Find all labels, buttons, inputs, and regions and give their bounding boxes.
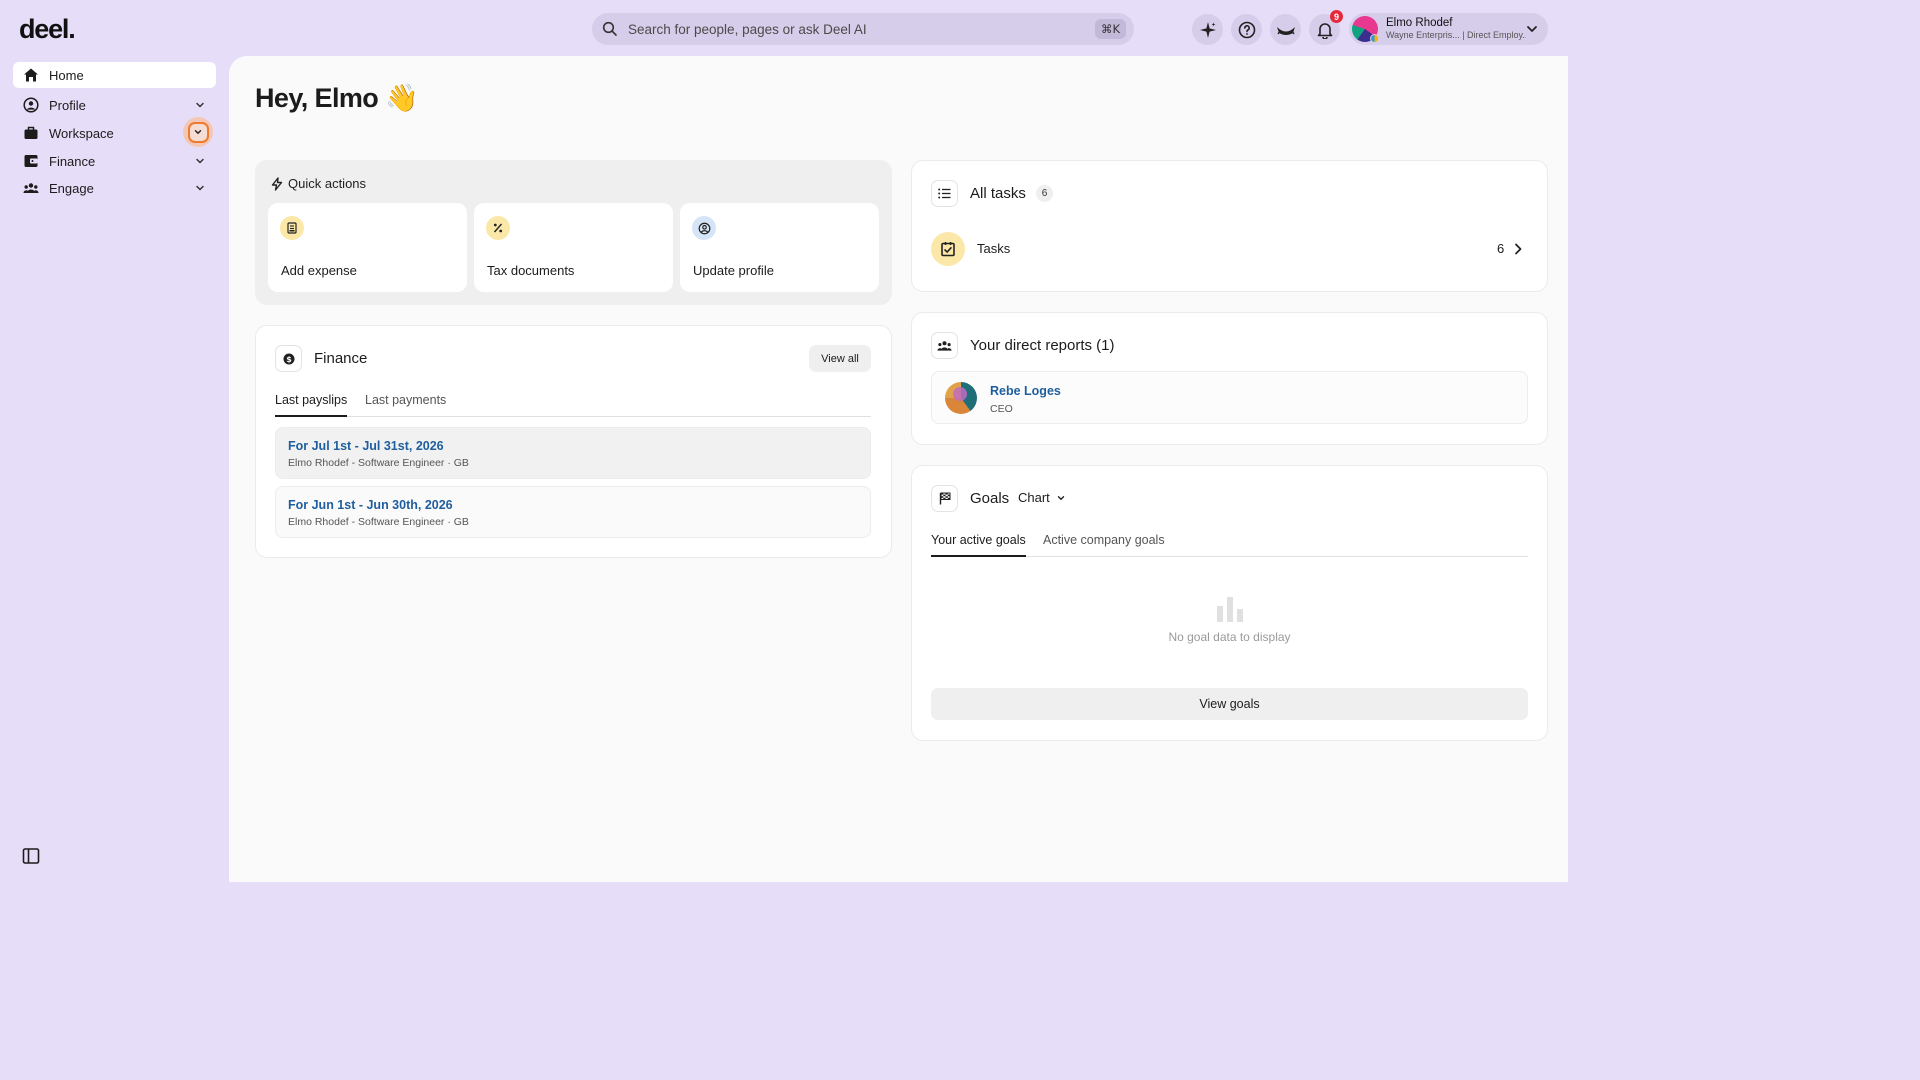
sidebar-item-label: Profile	[49, 97, 86, 113]
tile-label: Add expense	[281, 263, 357, 278]
payslip-row[interactable]: For Jun 1st - Jun 30th, 2026 Elmo Rhodef…	[275, 486, 871, 538]
tab-active-company-goals[interactable]: Active company goals	[1043, 533, 1165, 555]
bell-icon	[1317, 22, 1332, 39]
search-input[interactable]	[628, 21, 1095, 37]
deel-logo[interactable]: deel.	[19, 14, 76, 45]
payslip-title[interactable]: For Jul 1st - Jul 31st, 2026	[288, 439, 444, 453]
update-profile-tile[interactable]: Update profile	[680, 203, 879, 292]
page-title: Hey, Elmo 👋	[255, 82, 419, 114]
avatar	[1352, 16, 1379, 43]
quick-actions-card: Quick actions Add expense Tax documents …	[255, 160, 892, 305]
home-icon	[24, 68, 38, 82]
avatar	[945, 382, 977, 414]
tab-your-active-goals[interactable]: Your active goals	[931, 533, 1026, 557]
tasks-count-badge: 6	[1036, 185, 1053, 202]
payslip-subtitle: Elmo Rhodef - Software Engineer · GB	[288, 457, 469, 469]
main-content: Hey, Elmo 👋 Quick actions Add expense Ta…	[229, 56, 1568, 882]
workspace-expand-button[interactable]	[183, 117, 213, 147]
user-name: Elmo Rhodef	[1386, 17, 1453, 29]
tile-label: Tax documents	[487, 263, 575, 278]
sidebar-item-finance[interactable]: Finance	[13, 148, 216, 174]
user-circle-icon	[692, 216, 716, 240]
chevron-down-icon[interactable]	[194, 99, 206, 111]
goals-card: Goals Chart Your active goals Active com…	[911, 465, 1548, 741]
people-icon	[23, 183, 39, 193]
finance-title: Finance	[314, 350, 368, 367]
notification-badge: 9	[1330, 10, 1343, 23]
view-goals-button[interactable]: View goals	[931, 688, 1528, 720]
checklist-icon	[931, 232, 965, 266]
empty-state-text: No goal data to display	[1168, 630, 1291, 644]
report-role: CEO	[990, 403, 1013, 415]
eye-closed-icon	[1276, 26, 1295, 35]
user-circle-icon	[23, 97, 39, 113]
help-icon	[1238, 21, 1255, 38]
briefcase-icon	[24, 126, 38, 139]
view-all-button[interactable]: View all	[809, 345, 871, 372]
greeting-text: Hey, Elmo	[255, 83, 379, 113]
sidebar-item-engage[interactable]: Engage	[13, 175, 216, 201]
add-expense-tile[interactable]: Add expense	[268, 203, 467, 292]
search-bar[interactable]: ⌘K	[592, 13, 1134, 45]
chevron-right-icon[interactable]	[1513, 243, 1523, 255]
help-button[interactable]	[1231, 14, 1262, 45]
goals-view-label: Chart	[1018, 490, 1050, 505]
tab-last-payslips[interactable]: Last payslips	[275, 393, 348, 417]
chevron-down-icon	[1057, 495, 1064, 500]
ai-sparkle-button[interactable]	[1192, 14, 1223, 45]
goals-title: Goals	[970, 490, 1010, 507]
user-menu[interactable]: Elmo Rhodef Wayne Enterpris... | Direct …	[1349, 13, 1548, 45]
percent-icon	[486, 216, 510, 240]
sidebar-item-label: Home	[49, 67, 84, 83]
payslip-row[interactable]: For Jul 1st - Jul 31st, 2026 Elmo Rhodef…	[275, 427, 871, 479]
list-icon	[931, 180, 958, 207]
chevron-down-icon[interactable]	[194, 182, 206, 194]
direct-reports-card: Your direct reports (1) Rebe Loges CEO	[911, 312, 1548, 445]
sidebar-item-profile[interactable]: Profile	[13, 92, 216, 118]
goals-view-selector[interactable]: Chart	[1018, 490, 1066, 505]
sidebar-item-label: Finance	[49, 153, 96, 169]
sidebar-collapse-icon[interactable]	[22, 847, 40, 865]
finance-tabs: Last payslips Last payments	[275, 393, 871, 417]
tasks-row-count: 6	[1497, 241, 1505, 256]
sidebar-item-label: Workspace	[49, 125, 114, 141]
tile-label: Update profile	[693, 263, 774, 278]
sidebar-item-home[interactable]: Home	[13, 62, 216, 88]
list-item[interactable]: Rebe Loges CEO	[931, 371, 1528, 424]
payslip-title[interactable]: For Jun 1st - Jun 30th, 2026	[288, 498, 453, 512]
flag-icon	[931, 485, 958, 512]
goals-empty-state: No goal data to display	[912, 596, 1547, 644]
search-icon	[602, 21, 617, 36]
people-icon	[931, 332, 958, 359]
chevron-down-icon[interactable]	[194, 155, 206, 167]
wave-emoji: 👋	[385, 83, 419, 113]
sidebar-item-label: Engage	[49, 180, 94, 196]
bar-chart-icon	[1216, 597, 1243, 622]
direct-reports-title: Your direct reports (1)	[970, 337, 1115, 354]
report-name[interactable]: Rebe Loges	[990, 384, 1061, 398]
all-tasks-title: All tasks	[970, 185, 1026, 202]
svg-text:$: $	[286, 354, 292, 363]
tasks-row-label[interactable]: Tasks	[977, 241, 1010, 256]
tax-documents-tile[interactable]: Tax documents	[474, 203, 673, 292]
goals-tabs: Your active goals Active company goals	[931, 533, 1528, 557]
receipt-icon	[280, 216, 304, 240]
chevron-down-icon	[1527, 26, 1537, 32]
chevron-down-icon	[194, 130, 202, 135]
tab-last-payments[interactable]: Last payments	[365, 393, 446, 415]
dollar-icon: $	[275, 345, 302, 372]
all-tasks-card: All tasks 6 Tasks 6	[911, 160, 1548, 292]
payslip-subtitle: Elmo Rhodef - Software Engineer · GB	[288, 516, 469, 528]
finance-card: $ Finance View all Last payslips Last pa…	[255, 325, 892, 558]
lightning-icon	[271, 176, 283, 191]
search-shortcut: ⌘K	[1094, 19, 1126, 39]
quick-actions-title: Quick actions	[288, 176, 367, 191]
sparkle-icon	[1199, 21, 1216, 38]
mode-toggle-button[interactable]	[1270, 14, 1301, 45]
user-subtitle: Wayne Enterpris... | Direct Employ...	[1386, 30, 1526, 40]
notifications-button[interactable]: 9	[1309, 10, 1343, 45]
org-badge	[1370, 34, 1379, 43]
wallet-icon	[24, 155, 38, 167]
